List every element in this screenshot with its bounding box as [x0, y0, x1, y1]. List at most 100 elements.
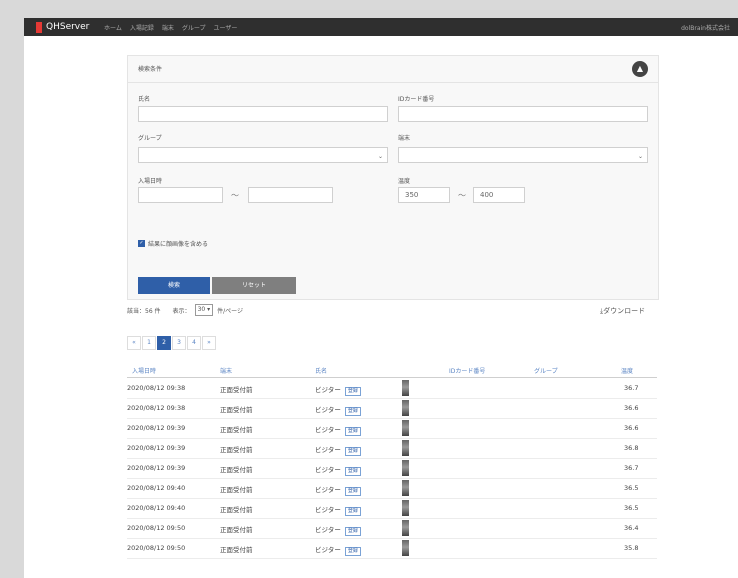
- download-label: ダウンロード: [603, 307, 646, 315]
- visitor-name: ビジター: [315, 526, 341, 534]
- cell-terminal: 正面受付前: [220, 386, 253, 394]
- page-1[interactable]: 1: [142, 336, 156, 350]
- temperature-max-input[interactable]: 400: [473, 187, 525, 203]
- temperature-min-input[interactable]: 350: [398, 187, 450, 203]
- cell-terminal: 正面受付前: [220, 546, 253, 554]
- column-header-terminal[interactable]: 端末: [220, 366, 232, 375]
- cell-datetime: 2020/08/12 09:38: [127, 384, 186, 392]
- brand-logo[interactable]: QHServer: [36, 21, 89, 33]
- collapse-button[interactable]: ▲: [632, 61, 648, 77]
- table-row[interactable]: 2020/08/12 09:40 正面受付前 ビジター 登録 36.5: [127, 478, 657, 499]
- nav-item-terminals[interactable]: 端末: [162, 23, 174, 32]
- table-row[interactable]: 2020/08/12 09:39 正面受付前 ビジター 登録 36.7: [127, 458, 657, 479]
- status-badge[interactable]: 登録: [344, 447, 361, 456]
- chevron-down-icon: ⌄: [637, 153, 643, 160]
- pagination: « 1 2 3 4 »: [127, 336, 216, 350]
- nav-item-home[interactable]: ホーム: [104, 23, 122, 32]
- cell-temperature: 36.6: [624, 424, 639, 432]
- cell-name: ビジター 登録: [315, 484, 361, 496]
- status-badge[interactable]: 登録: [344, 547, 361, 556]
- status-badge[interactable]: 登録: [344, 487, 361, 496]
- status-badge[interactable]: 登録: [344, 467, 361, 476]
- range-separator: 〜: [231, 191, 239, 200]
- cell-terminal: 正面受付前: [220, 506, 253, 514]
- app-frame: QHServer ホーム 入場記録 端末 グループ ユーザー dolBrain株…: [24, 18, 738, 578]
- group-select[interactable]: ⌄: [138, 147, 388, 163]
- cell-temperature: 36.7: [624, 464, 639, 472]
- page-prev[interactable]: «: [127, 336, 141, 350]
- include-face-image-option[interactable]: ✓ 結果に顔画像を含める: [138, 239, 208, 248]
- group-label: グループ: [138, 135, 162, 142]
- column-header-temperature[interactable]: 温度: [621, 366, 633, 375]
- column-header-id-card[interactable]: IDカード番号: [449, 366, 485, 375]
- page-3[interactable]: 3: [172, 336, 186, 350]
- column-header-group[interactable]: グループ: [534, 366, 558, 375]
- visitor-name: ビジター: [315, 406, 341, 414]
- status-badge[interactable]: 登録: [344, 507, 361, 516]
- status-badge[interactable]: 登録: [344, 407, 361, 416]
- name-input[interactable]: [138, 106, 388, 122]
- visitor-name: ビジター: [315, 426, 341, 434]
- main-nav: ホーム 入場記録 端末 グループ ユーザー: [104, 23, 237, 32]
- visitor-name: ビジター: [315, 486, 341, 494]
- nav-item-groups[interactable]: グループ: [182, 23, 206, 32]
- table-row[interactable]: 2020/08/12 09:39 正面受付前 ビジター 登録 36.6: [127, 418, 657, 439]
- entry-datetime-from[interactable]: [138, 187, 223, 203]
- cell-name: ビジター 登録: [315, 464, 361, 476]
- face-thumbnail[interactable]: [402, 480, 409, 496]
- face-thumbnail[interactable]: [402, 380, 409, 396]
- page-4[interactable]: 4: [187, 336, 201, 350]
- visitor-name: ビジター: [315, 386, 341, 394]
- face-thumbnail[interactable]: [402, 400, 409, 416]
- face-thumbnail[interactable]: [402, 440, 409, 456]
- column-header-name[interactable]: 氏名: [315, 366, 327, 375]
- terminal-select[interactable]: ⌄: [398, 147, 648, 163]
- per-page-value: 30: [197, 306, 206, 313]
- face-thumbnail[interactable]: [402, 500, 409, 516]
- search-panel: 検索条件 ▲ 氏名 IDカード番号 グループ ⌄ 端末 ⌄ 入場日時 〜 温度 …: [127, 55, 659, 300]
- table-row[interactable]: 2020/08/12 09:50 正面受付前 ビジター 登録 35.8: [127, 538, 657, 559]
- table-row[interactable]: 2020/08/12 09:50 正面受付前 ビジター 登録 36.4: [127, 518, 657, 539]
- per-page-suffix: 件/ページ: [217, 307, 244, 315]
- cell-terminal: 正面受付前: [220, 446, 253, 454]
- cell-terminal: 正面受付前: [220, 466, 253, 474]
- cell-datetime: 2020/08/12 09:38: [127, 404, 186, 412]
- cell-datetime: 2020/08/12 09:40: [127, 504, 186, 512]
- cell-datetime: 2020/08/12 09:39: [127, 424, 186, 432]
- download-button[interactable]: ⤓ダウンロード: [600, 306, 645, 316]
- company-menu[interactable]: dolBrain株式会社: [681, 23, 730, 32]
- id-card-label: IDカード番号: [398, 96, 435, 103]
- table-row[interactable]: 2020/08/12 09:39 正面受付前 ビジター 登録 36.8: [127, 438, 657, 459]
- face-thumbnail[interactable]: [402, 540, 409, 556]
- visitor-name: ビジター: [315, 546, 341, 554]
- visitor-name: ビジター: [315, 466, 341, 474]
- face-thumbnail[interactable]: [402, 520, 409, 536]
- cell-datetime: 2020/08/12 09:39: [127, 444, 186, 452]
- nav-item-users[interactable]: ユーザー: [214, 23, 238, 32]
- table-row[interactable]: 2020/08/12 09:38 正面受付前 ビジター 登録 36.7: [127, 378, 657, 399]
- cell-name: ビジター 登録: [315, 424, 361, 436]
- face-thumbnail[interactable]: [402, 460, 409, 476]
- search-button[interactable]: 検索: [138, 277, 210, 294]
- cell-datetime: 2020/08/12 09:40: [127, 484, 186, 492]
- page-next[interactable]: »: [202, 336, 216, 350]
- entry-datetime-to[interactable]: [248, 187, 333, 203]
- table-row[interactable]: 2020/08/12 09:40 正面受付前 ビジター 登録 36.5: [127, 498, 657, 519]
- status-badge[interactable]: 登録: [344, 427, 361, 436]
- reset-button[interactable]: リセット: [212, 277, 296, 294]
- cell-temperature: 35.8: [624, 544, 639, 552]
- status-badge[interactable]: 登録: [344, 387, 361, 396]
- status-badge[interactable]: 登録: [344, 527, 361, 536]
- per-page-select[interactable]: 30 ▾: [194, 304, 214, 316]
- table-row[interactable]: 2020/08/12 09:38 正面受付前 ビジター 登録 36.6: [127, 398, 657, 419]
- temperature-label: 温度: [398, 178, 411, 185]
- face-thumbnail[interactable]: [402, 420, 409, 436]
- cell-terminal: 正面受付前: [220, 486, 253, 494]
- nav-item-entry-records[interactable]: 入場記録: [130, 23, 154, 32]
- page-2[interactable]: 2: [157, 336, 171, 350]
- column-header-datetime[interactable]: 入場日時: [132, 366, 156, 375]
- checkbox-checked-icon[interactable]: ✓: [138, 240, 145, 247]
- search-panel-title: 検索条件: [138, 66, 163, 73]
- cell-name: ビジター 登録: [315, 444, 361, 456]
- id-card-input[interactable]: [398, 106, 648, 122]
